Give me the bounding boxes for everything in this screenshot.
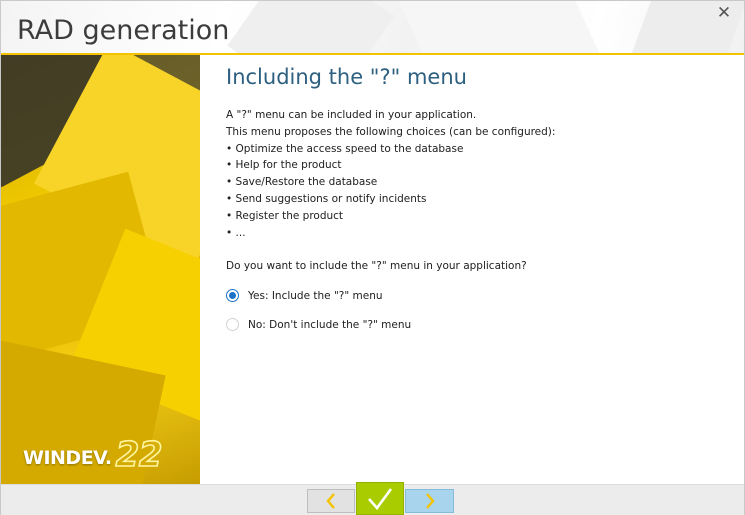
description: A "?" menu can be included in your appli…	[226, 107, 726, 241]
description-line: A "?" menu can be included in your appli…	[226, 109, 477, 121]
wizard-content: Including the "?" menu A "?" menu can be…	[226, 65, 726, 332]
description-line: • Save/Restore the database	[226, 176, 378, 189]
finish-button[interactable]	[356, 482, 404, 515]
question-label: Do you want to include the "?" menu in y…	[226, 260, 527, 273]
description-line: • Register the product	[226, 209, 344, 222]
page-title: Including the "?" menu	[226, 65, 467, 89]
wizard-window: RAD generation ✕ WINDEV. 22 Including the…	[0, 0, 745, 515]
option-exclude-menu[interactable]: No: Don't include the "?" menu	[226, 318, 726, 332]
title-bar: RAD generation ✕	[1, 1, 744, 53]
previous-button[interactable]	[307, 489, 355, 513]
side-banner: WINDEV. 22	[1, 55, 200, 484]
option-yes-label: Yes: Include the "?" menu	[248, 289, 383, 302]
chevron-left-icon	[326, 493, 335, 509]
windev-logo: WINDEV. 22	[23, 434, 163, 476]
description-line: • ...	[226, 226, 246, 239]
radio-no[interactable]	[226, 318, 239, 332]
option-no-label: No: Don't include the "?" menu	[248, 318, 412, 331]
chevron-right-icon	[425, 493, 435, 509]
radio-yes[interactable]	[226, 289, 239, 303]
logo-brand: WINDEV.	[23, 447, 112, 469]
description-line: • Send suggestions or notify incidents	[226, 192, 427, 205]
description-line: • Optimize the access speed to the datab…	[226, 142, 464, 155]
next-button[interactable]	[405, 489, 454, 513]
window-title: RAD generation	[17, 15, 230, 46]
checkmark-icon	[368, 487, 393, 510]
logo-version: 22	[115, 434, 163, 476]
close-icon[interactable]: ✕	[714, 3, 734, 23]
description-line: • Help for the product	[226, 159, 342, 172]
description-line: This menu proposes the following choices…	[226, 125, 556, 138]
option-include-menu[interactable]: Yes: Include the "?" menu	[226, 289, 726, 303]
